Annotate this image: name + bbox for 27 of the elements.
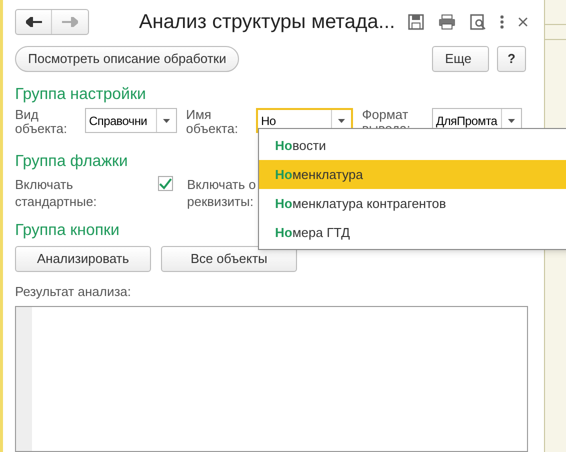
dropdown-item[interactable]: Номера ГТД xyxy=(259,218,566,247)
checkbox[interactable] xyxy=(158,176,173,191)
more-button[interactable]: Еще xyxy=(432,46,489,72)
group-title: Группа настройки xyxy=(15,85,146,105)
field-label: Имя объекта: xyxy=(186,108,240,136)
checkbox-label: Включать стандартные: xyxy=(15,176,98,210)
forward-arrow-icon xyxy=(62,17,78,27)
field-label: Вид объекта: xyxy=(15,108,68,136)
group-title: Группа кнопки xyxy=(15,221,120,241)
action-button[interactable]: Все объекты xyxy=(161,246,297,272)
close-icon[interactable] xyxy=(518,17,528,27)
back-arrow-icon xyxy=(26,17,42,27)
help-button[interactable]: ? xyxy=(497,46,526,72)
result-label: Результат анализа: xyxy=(15,283,132,301)
dropdown-item[interactable]: Номенклатура контрагентов xyxy=(259,189,566,218)
preview-icon[interactable] xyxy=(470,14,486,30)
more-icon[interactable] xyxy=(500,15,504,29)
dropdown-item[interactable]: Новости xyxy=(259,131,566,160)
dropdown-item[interactable]: Номенклатура xyxy=(259,160,566,189)
save-icon[interactable] xyxy=(408,14,424,30)
printer-icon[interactable] xyxy=(438,14,456,30)
combo-field[interactable]: Справочни xyxy=(85,108,177,133)
window-title: Анализ структуры метада... xyxy=(139,10,396,35)
group-title: Группа флажки xyxy=(15,152,128,172)
checkbox-label: Включать о реквизиты: xyxy=(187,176,256,210)
describe-button[interactable]: Посмотреть описание обработки xyxy=(15,46,240,72)
action-button[interactable]: Анализировать xyxy=(15,246,151,272)
